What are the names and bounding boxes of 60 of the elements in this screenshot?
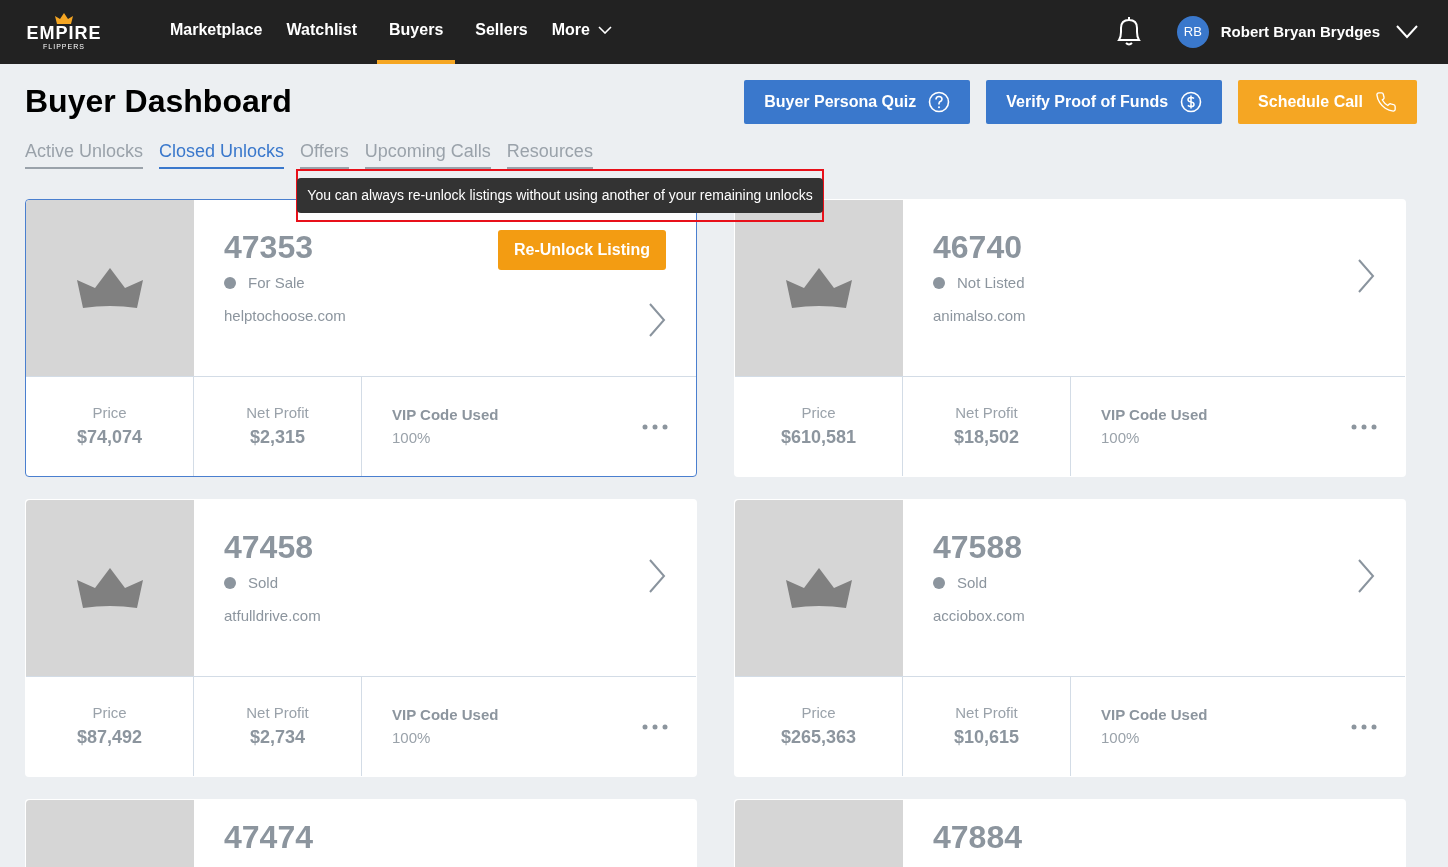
vip-code-label: VIP Code Used <box>392 705 500 725</box>
nav-link[interactable]: Buyers <box>377 0 456 64</box>
listing-number: 47353 <box>224 228 313 266</box>
vip-code-value: 100% <box>1101 727 1141 748</box>
listing-card[interactable]: 47588 Sold acciobox.com Price $265,363 Net Profit $10,615 VIP Code Used 100% <box>734 499 1406 777</box>
listing-status: Sold <box>957 573 988 593</box>
vip-code-label: VIP Code Used <box>1101 705 1209 725</box>
user-avatar[interactable]: RB <box>1176 16 1209 48</box>
listing-domain: animalso.com <box>933 305 1026 326</box>
listing-status: Not Listed <box>957 273 1025 293</box>
net-profit-label: Net Profit <box>246 702 309 723</box>
net-profit-value: $2,315 <box>249 426 306 450</box>
user-name[interactable]: Robert Bryan Brydges <box>1220 20 1380 44</box>
tab[interactable]: Active Unlocks <box>25 138 144 169</box>
price-value: $74,074 <box>76 426 143 450</box>
listing-card[interactable]: 47458 Sold atfulldrive.com Price $87,492 Net Profit $2,734 VIP Code Used 100% <box>25 499 697 777</box>
net-profit-label: Net Profit <box>955 402 1018 423</box>
action-button[interactable]: Buyer Persona Quiz <box>744 80 971 124</box>
vip-code-label: VIP Code Used <box>1101 405 1209 425</box>
action-button[interactable]: Verify Proof of Funds <box>986 80 1223 124</box>
listing-domain: acciobox.com <box>933 605 1025 626</box>
price-value: $265,363 <box>780 726 857 750</box>
action-button[interactable]: Schedule Call <box>1238 80 1417 124</box>
nav-link[interactable]: More <box>539 0 624 64</box>
listing-number: 47588 <box>933 528 1022 566</box>
nav-link[interactable]: Marketplace <box>158 0 275 64</box>
net-profit-label: Net Profit <box>955 702 1018 723</box>
listing-number: 47458 <box>224 528 313 566</box>
tab[interactable]: Offers <box>300 138 349 169</box>
vip-code-value: 100% <box>392 427 432 448</box>
page-title: Buyer Dashboard <box>25 82 292 121</box>
price-label: Price <box>92 702 127 723</box>
re-unlock-button[interactable]: Re-Unlock Listing <box>498 230 666 270</box>
nav-link[interactable]: Watchlist <box>274 0 370 64</box>
listing-number: 47474 <box>224 818 313 856</box>
net-profit-label: Net Profit <box>246 402 309 423</box>
listing-card[interactable]: 47474 <box>25 799 697 867</box>
tab[interactable]: Closed Unlocks <box>159 138 285 169</box>
vip-code-value: 100% <box>392 727 432 748</box>
price-label: Price <box>801 702 836 723</box>
price-label: Price <box>801 402 836 423</box>
net-profit-value: $2,734 <box>249 726 306 750</box>
listing-card[interactable]: 47884 <box>734 799 1406 867</box>
listing-status: Sold <box>248 573 279 593</box>
tab[interactable]: Upcoming Calls <box>364 138 491 169</box>
vip-code-label: VIP Code Used <box>392 405 500 425</box>
price-value: $610,581 <box>780 426 857 450</box>
net-profit-value: $10,615 <box>953 726 1020 750</box>
nav-link[interactable]: Sellers <box>463 0 540 64</box>
listing-status: For Sale <box>248 273 305 293</box>
tooltip: You can always re-unlock listings without using another of your remaining unlocks <box>297 178 823 213</box>
vip-code-value: 100% <box>1101 427 1141 448</box>
tab[interactable]: Resources <box>506 138 593 169</box>
price-label: Price <box>92 402 127 423</box>
net-profit-value: $18,502 <box>953 426 1020 450</box>
listing-number: 47884 <box>933 818 1022 856</box>
listing-domain: helptochoose.com <box>224 305 346 326</box>
listing-number: 46740 <box>933 228 1022 266</box>
price-value: $87,492 <box>76 726 143 750</box>
listing-domain: atfulldrive.com <box>224 605 321 626</box>
